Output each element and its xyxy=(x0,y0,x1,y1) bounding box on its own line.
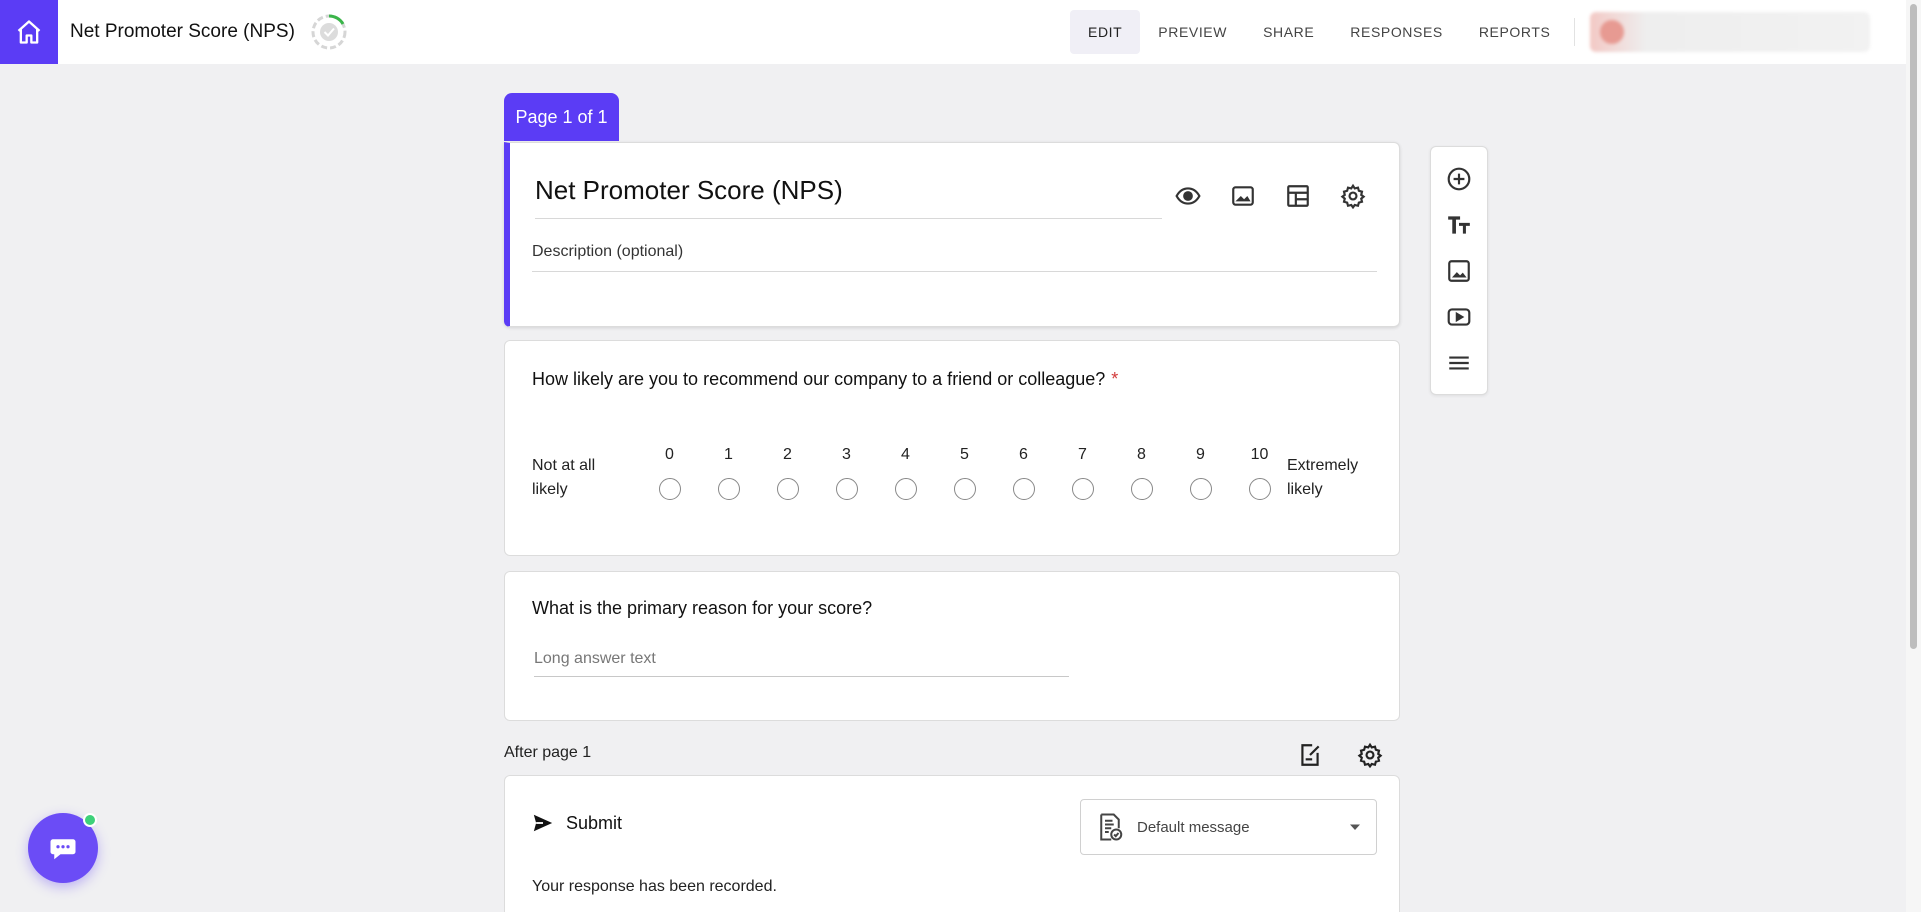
submit-heading: Submit xyxy=(532,812,622,834)
question-text: What is the primary reason for your scor… xyxy=(532,598,873,618)
scale-number: 3 xyxy=(842,446,851,463)
edit-note-icon xyxy=(1301,744,1320,766)
scale-radio[interactable] xyxy=(717,478,740,500)
question-title: How likely are you to recommend our comp… xyxy=(532,369,1118,390)
submit-card[interactable]: Submit Default message Your response has… xyxy=(504,775,1400,912)
scale-radio[interactable] xyxy=(658,478,681,500)
confirmation-message-value: Default message xyxy=(1137,818,1250,836)
tab-share[interactable]: SHARE xyxy=(1245,10,1332,54)
scale-radio[interactable] xyxy=(1130,478,1153,500)
add-question-icon xyxy=(1447,167,1471,191)
question-text: How likely are you to recommend our comp… xyxy=(532,369,1106,389)
scale-option-1: 1 xyxy=(699,446,758,500)
nav-divider xyxy=(1574,18,1575,46)
tab-edit[interactable]: EDIT xyxy=(1070,10,1141,54)
scale-radio[interactable] xyxy=(1012,478,1035,500)
add-title-button[interactable] xyxy=(1443,209,1475,241)
header-actions xyxy=(1170,178,1371,214)
save-status-icon xyxy=(311,14,347,50)
form-description-input[interactable]: Description (optional) xyxy=(532,243,1377,272)
scale-number: 1 xyxy=(724,446,733,463)
scale-radio[interactable] xyxy=(894,478,917,500)
scale-radio[interactable] xyxy=(1071,478,1094,500)
add-image-icon xyxy=(1448,260,1470,282)
after-page-action-button[interactable] xyxy=(1294,739,1326,771)
scale-number: 0 xyxy=(665,446,674,463)
scale-option-2: 2 xyxy=(758,446,817,500)
eye-icon xyxy=(1175,187,1201,205)
linear-scale: 0 1 2 3 4 5 6 7 8 9 10 xyxy=(640,446,1289,500)
scale-number: 2 xyxy=(783,446,792,463)
scrollbar-thumb[interactable] xyxy=(1910,4,1917,649)
scale-radio[interactable] xyxy=(1248,478,1271,500)
scale-option-0: 0 xyxy=(640,446,699,500)
required-marker: * xyxy=(1111,369,1119,389)
form-settings-button[interactable] xyxy=(1335,178,1371,214)
confirmation-message-select[interactable]: Default message xyxy=(1080,799,1377,855)
form-header-card[interactable]: Net Promoter Score (NPS) Description (op… xyxy=(504,142,1400,327)
top-bar: Net Promoter Score (NPS) EDIT PREVIEW SH… xyxy=(0,0,1906,64)
scale-number: 4 xyxy=(901,446,910,463)
page-scrollbar[interactable] xyxy=(1906,0,1921,912)
add-image-button[interactable] xyxy=(1443,255,1475,287)
scale-option-9: 9 xyxy=(1171,446,1230,500)
theme-layout-button[interactable] xyxy=(1280,178,1316,214)
chat-icon xyxy=(50,839,76,860)
caret-down-icon xyxy=(1350,824,1360,830)
main-nav: EDIT PREVIEW SHARE RESPONSES REPORTS xyxy=(1070,10,1568,54)
scale-option-10: 10 xyxy=(1230,446,1289,500)
scale-number: 7 xyxy=(1078,446,1087,463)
scale-option-3: 3 xyxy=(817,446,876,500)
after-page-settings-button[interactable] xyxy=(1354,739,1386,771)
scale-number: 8 xyxy=(1137,446,1146,463)
scale-number: 10 xyxy=(1250,446,1269,463)
page-indicator-tab[interactable]: Page 1 of 1 xyxy=(504,93,619,141)
scale-radio[interactable] xyxy=(835,478,858,500)
scale-option-7: 7 xyxy=(1053,446,1112,500)
confirmation-text: Your response has been recorded. xyxy=(532,878,777,895)
scale-max-label: Extremely likely xyxy=(1287,457,1359,498)
image-icon xyxy=(1232,186,1254,206)
tab-responses[interactable]: RESPONSES xyxy=(1332,10,1461,54)
title-text-icon xyxy=(1448,216,1470,234)
scale-number: 9 xyxy=(1196,446,1205,463)
scale-min-label: Not at all likely xyxy=(532,457,596,498)
account-menu[interactable] xyxy=(1590,12,1870,52)
form-title-input[interactable]: Net Promoter Score (NPS) xyxy=(535,175,1162,219)
question-card-nps[interactable]: How likely are you to recommend our comp… xyxy=(504,340,1400,556)
scale-radio[interactable] xyxy=(776,478,799,500)
scale-option-8: 8 xyxy=(1112,446,1171,500)
tab-reports[interactable]: REPORTS xyxy=(1461,10,1569,54)
home-button[interactable] xyxy=(0,0,58,64)
scale-number: 5 xyxy=(960,446,969,463)
add-video-button[interactable] xyxy=(1443,301,1475,333)
submit-label-text: Submit xyxy=(566,812,623,833)
send-icon xyxy=(533,814,553,832)
add-section-button[interactable] xyxy=(1443,347,1475,379)
question-card-reason[interactable]: What is the primary reason for your scor… xyxy=(504,571,1400,721)
add-video-icon xyxy=(1447,308,1471,326)
scale-radio[interactable] xyxy=(953,478,976,500)
preview-button[interactable] xyxy=(1170,178,1206,214)
long-answer-input[interactable]: Long answer text xyxy=(534,650,1069,677)
add-section-icon xyxy=(1449,356,1469,370)
scale-option-4: 4 xyxy=(876,446,935,500)
layout-icon xyxy=(1287,185,1309,207)
add-question-button[interactable] xyxy=(1443,163,1475,195)
header-image-button[interactable] xyxy=(1225,178,1261,214)
home-icon xyxy=(17,20,41,44)
document-check-icon xyxy=(1100,813,1123,841)
online-status-dot xyxy=(83,813,97,827)
gear-icon xyxy=(1340,183,1366,209)
gear-icon xyxy=(1357,742,1383,768)
scale-number: 6 xyxy=(1019,446,1028,463)
scale-option-6: 6 xyxy=(994,446,1053,500)
tab-preview[interactable]: PREVIEW xyxy=(1140,10,1245,54)
scale-radio[interactable] xyxy=(1189,478,1212,500)
form-title[interactable]: Net Promoter Score (NPS) xyxy=(70,21,295,43)
add-content-toolbar xyxy=(1430,146,1488,395)
after-page-label: After page 1 xyxy=(504,744,592,761)
scale-option-5: 5 xyxy=(935,446,994,500)
